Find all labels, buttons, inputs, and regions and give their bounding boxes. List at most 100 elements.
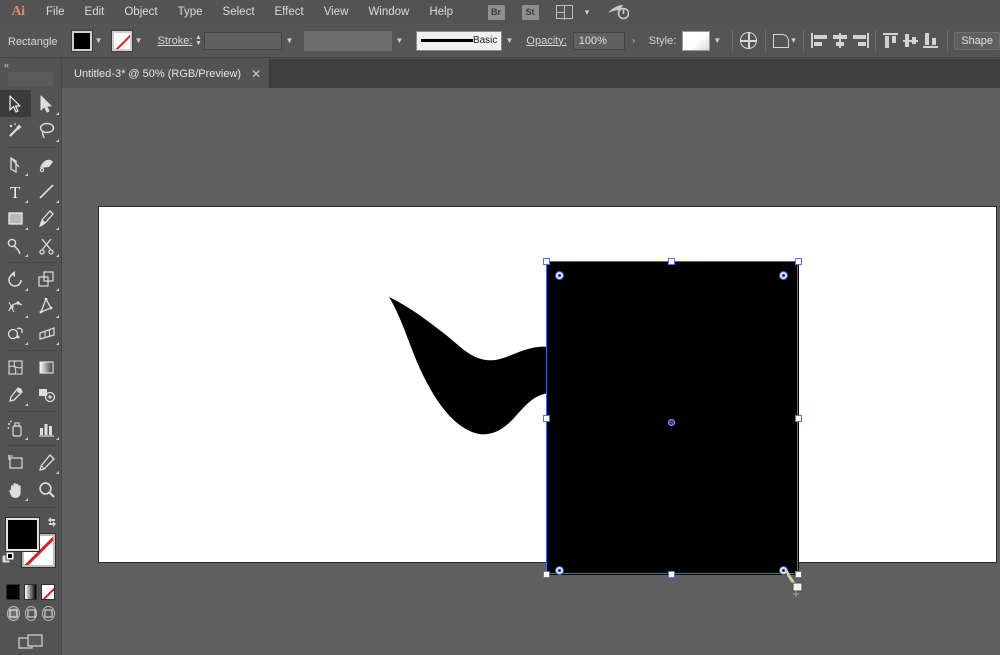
tools-panel-collapse-button[interactable]: «	[0, 58, 61, 72]
stroke-profile-input[interactable]	[304, 30, 393, 51]
selection-handle-top-right[interactable]	[795, 258, 802, 265]
stroke-profile-dropdown-icon[interactable]: ▼	[392, 31, 406, 51]
selection-handle-bottom-left[interactable]	[543, 571, 550, 578]
scale-tool[interactable]	[31, 266, 62, 293]
close-icon[interactable]: ✕	[251, 68, 261, 80]
menu-item-edit[interactable]: Edit	[75, 0, 115, 24]
bridge-icon[interactable]: Br	[483, 0, 509, 24]
selection-type-label: Rectangle	[8, 35, 58, 48]
artboard-tool[interactable]	[0, 449, 31, 476]
menu-item-file[interactable]: File	[36, 0, 75, 24]
workspace-layout-icon[interactable]	[551, 0, 577, 24]
document-setup-icon[interactable]	[739, 29, 759, 53]
align-left-icon[interactable]	[810, 29, 830, 53]
fill-color-swatch[interactable]	[70, 29, 93, 52]
control-bar-divider	[732, 29, 734, 52]
artwork-layer	[389, 262, 799, 575]
menu-item-help[interactable]: Help	[419, 0, 463, 24]
lasso-tool[interactable]	[31, 117, 62, 144]
swap-fill-stroke-icon[interactable]	[46, 515, 58, 527]
document-tab[interactable]: Untitled-3* @ 50% (RGB/Preview) ✕	[62, 59, 271, 88]
normal-screen-mode[interactable]	[7, 606, 20, 621]
align-center-horizontal-icon[interactable]	[830, 29, 850, 53]
menu-item-window[interactable]: Window	[358, 0, 419, 24]
document-tab-title: Untitled-3* @ 50% (RGB/Preview)	[74, 67, 242, 80]
selection-handle-middle-right[interactable]	[795, 415, 802, 422]
path-anchor-top-left[interactable]	[555, 271, 564, 280]
opacity-label[interactable]: Opacity:	[526, 35, 566, 47]
mesh-tool[interactable]	[0, 354, 31, 381]
menu-item-effect[interactable]: Effect	[265, 0, 314, 24]
control-bar-divider-2	[764, 29, 766, 52]
paintbrush-tool[interactable]	[31, 205, 62, 232]
path-anchor-top-right[interactable]	[779, 271, 788, 280]
opacity-more-icon[interactable]: ›	[625, 31, 643, 51]
brush-definition-selector[interactable]: Basic	[416, 30, 503, 51]
direct-selection-tool[interactable]	[31, 90, 62, 117]
full-screen-menubar-mode[interactable]	[24, 606, 38, 621]
tools-panel-drag-handle[interactable]	[8, 72, 53, 86]
selection-handle-top-left[interactable]	[543, 258, 550, 265]
shaper-tool[interactable]	[0, 232, 31, 259]
magic-wand-tool[interactable]	[0, 117, 31, 144]
type-tool[interactable]: T	[0, 178, 31, 205]
curvature-tool[interactable]	[31, 151, 62, 178]
fill-dropdown-icon[interactable]: ▼	[92, 31, 106, 51]
shape-builder-tool[interactable]	[0, 320, 31, 347]
transform-icon[interactable]: ▾	[772, 29, 798, 53]
menu-item-view[interactable]: View	[314, 0, 359, 24]
zoom-tool[interactable]	[31, 476, 62, 503]
stroke-weight-input[interactable]	[204, 31, 283, 50]
opacity-input[interactable]: 100%	[572, 31, 625, 50]
graphic-style-swatch[interactable]	[682, 30, 711, 51]
menu-item-select[interactable]: Select	[213, 0, 265, 24]
full-screen-mode[interactable]	[42, 606, 56, 621]
canvas-area[interactable]	[62, 88, 1000, 655]
color-mode-solid[interactable]	[6, 584, 20, 600]
rectangle-tool[interactable]	[0, 205, 31, 232]
stroke-weight-dropdown-icon[interactable]: ▼	[282, 31, 296, 51]
blend-tool[interactable]	[31, 381, 62, 408]
style-label: Style:	[648, 34, 677, 47]
slice-tool[interactable]	[31, 449, 62, 476]
stock-icon[interactable]: St	[517, 0, 543, 24]
gradient-tool[interactable]	[31, 354, 62, 381]
default-fill-stroke-icon[interactable]	[1, 551, 15, 565]
eyedropper-tool[interactable]	[0, 381, 31, 408]
align-top-icon[interactable]	[882, 29, 902, 53]
rotate-tool[interactable]	[0, 266, 31, 293]
align-bottom-icon[interactable]	[922, 29, 942, 53]
brush-dropdown-icon[interactable]: ▼	[502, 31, 516, 51]
perspective-grid-tool[interactable]	[31, 320, 62, 347]
align-right-icon[interactable]	[850, 29, 870, 53]
selection-handle-bottom-center[interactable]	[668, 571, 675, 578]
selection-tool[interactable]	[0, 90, 31, 117]
free-transform-tool[interactable]	[31, 293, 62, 320]
stroke-weight-stepper[interactable]: ▲ ▼	[192, 31, 204, 51]
column-graph-tool[interactable]	[31, 415, 62, 442]
stroke-weight-label[interactable]: Stroke:	[158, 35, 193, 47]
cc-sync-icon[interactable]	[605, 0, 631, 24]
color-mode-row	[0, 580, 61, 600]
align-middle-vertical-icon[interactable]	[902, 29, 922, 53]
arrange-documents-icon[interactable]	[0, 621, 61, 653]
scissors-tool[interactable]	[31, 232, 62, 259]
line-segment-tool[interactable]	[31, 178, 62, 205]
chevron-down-icon[interactable]: ▾	[579, 0, 595, 24]
menu-item-object[interactable]: Object	[114, 0, 167, 24]
style-dropdown-icon[interactable]: ▼	[710, 31, 724, 51]
selection-handle-top-center[interactable]	[668, 258, 675, 265]
pen-tool[interactable]	[0, 151, 31, 178]
menu-item-type[interactable]: Type	[168, 0, 213, 24]
stroke-dropdown-icon[interactable]: ▼	[132, 31, 146, 51]
gradient-mode[interactable]	[23, 584, 38, 600]
fill-color-indicator[interactable]	[5, 517, 40, 552]
none-mode[interactable]	[41, 584, 56, 600]
hand-tool[interactable]	[0, 476, 31, 503]
shape-button[interactable]: Shape	[954, 31, 1000, 50]
symbol-sprayer-tool[interactable]	[0, 415, 31, 442]
width-tool[interactable]	[0, 293, 31, 320]
stroke-color-swatch[interactable]	[110, 29, 133, 52]
selection-handle-middle-left[interactable]	[543, 415, 550, 422]
path-anchor-bottom-left[interactable]	[555, 566, 564, 575]
